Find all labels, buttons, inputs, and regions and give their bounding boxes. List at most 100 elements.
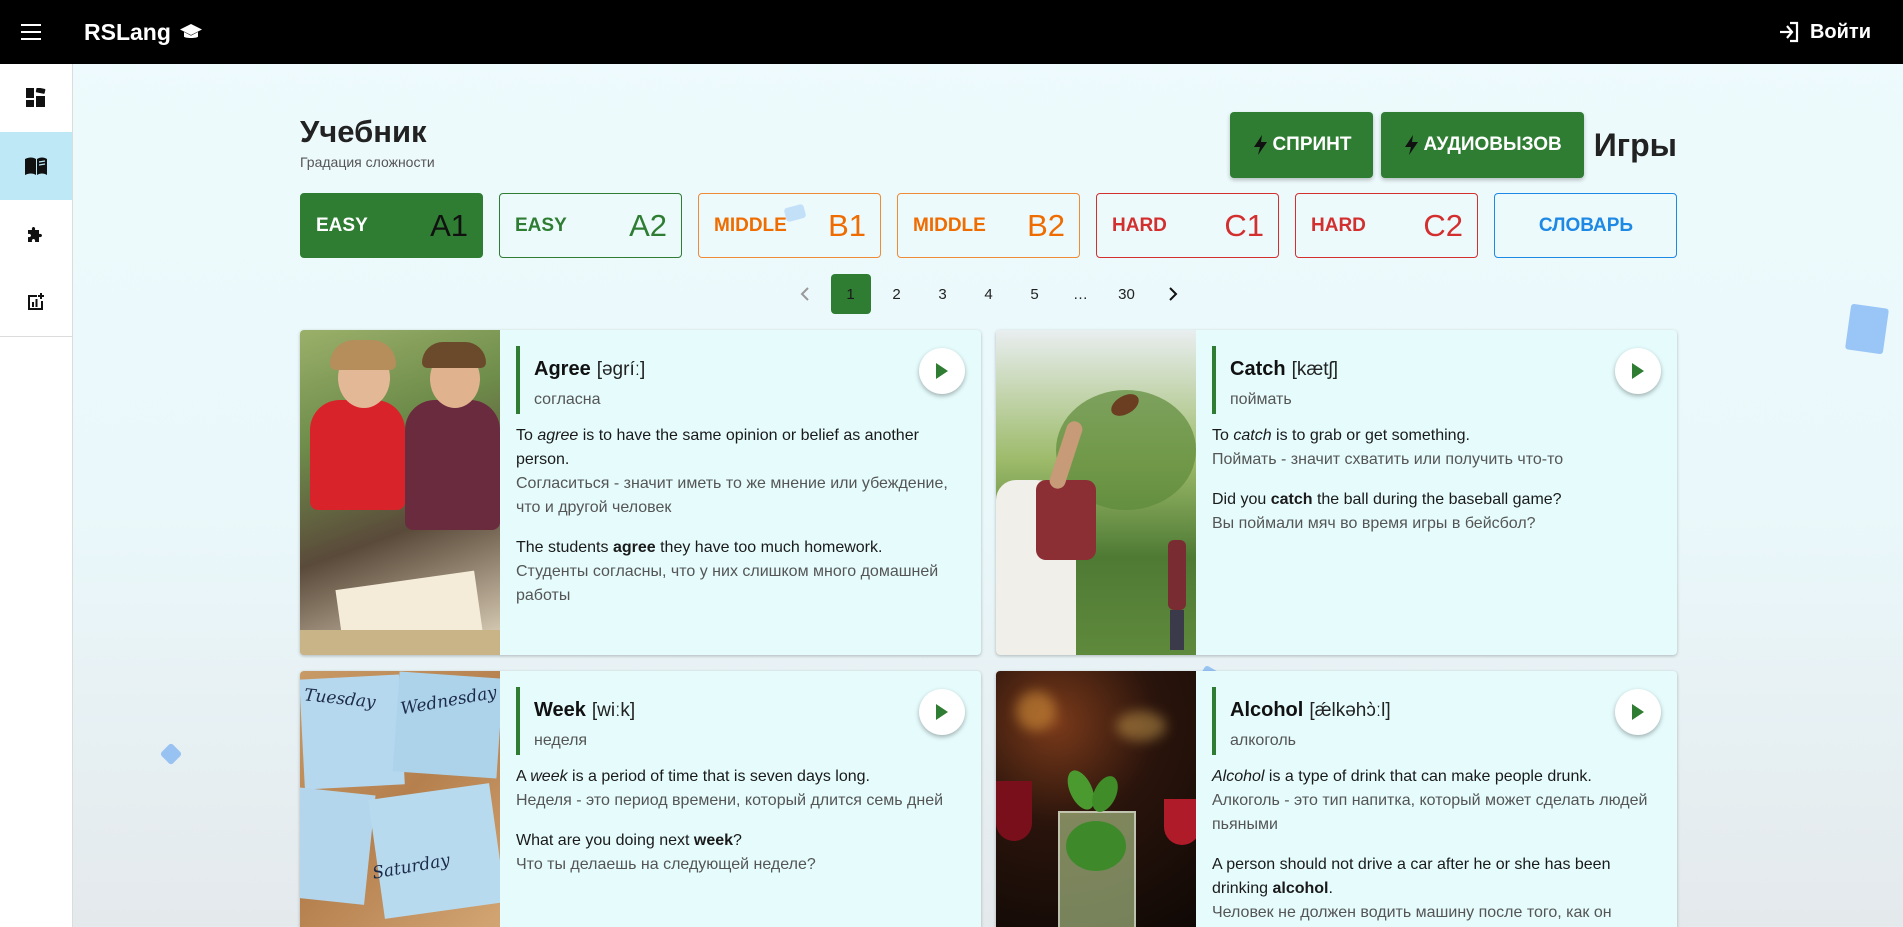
chevron-right-icon bbox=[1168, 287, 1177, 301]
level-code: B1 bbox=[828, 207, 866, 243]
dictionary-button[interactable]: СЛОВАРЬ bbox=[1494, 193, 1677, 258]
word-card: Catch [kætʃ] поймать To catch is to grab … bbox=[996, 330, 1677, 655]
level-b2-button[interactable]: MIDDLE B2 bbox=[897, 193, 1080, 258]
level-name: EASY bbox=[316, 214, 368, 236]
level-name: MIDDLE bbox=[913, 214, 986, 236]
meaning-text: A week is a period of time that is seven… bbox=[516, 765, 965, 789]
meaning-part: is a type of drink that can make people … bbox=[1264, 768, 1592, 785]
page-button[interactable]: 2 bbox=[877, 274, 917, 314]
meaning-part: is to grab or get something. bbox=[1271, 427, 1470, 444]
word-transcription: [ǽlkəhɔ̀ːl] bbox=[1309, 700, 1391, 721]
decorative-square bbox=[1844, 303, 1890, 355]
word-text: Alcohol bbox=[1230, 699, 1304, 721]
puzzle-icon bbox=[28, 227, 42, 242]
level-b1-button[interactable]: MIDDLE B1 bbox=[698, 193, 881, 258]
example-word: alcohol bbox=[1272, 880, 1329, 897]
card-body: Catch [kætʃ] поймать To catch is to grab … bbox=[1196, 330, 1677, 655]
play-audio-button[interactable] bbox=[919, 689, 965, 735]
example-text: A person should not drive a car after he… bbox=[1212, 853, 1661, 901]
level-name: HARD bbox=[1112, 214, 1167, 236]
level-a1-button[interactable]: EASY A1 bbox=[300, 193, 483, 258]
app-bar: RSLang Войти bbox=[0, 0, 1903, 64]
example-text: The students agree they have too much ho… bbox=[516, 536, 965, 560]
word-header: Alcohol [ǽlkəhɔ̀ːl] алкоголь bbox=[1212, 687, 1661, 755]
example-word: week bbox=[693, 832, 734, 849]
sidebar-item-textbook[interactable] bbox=[0, 132, 72, 200]
example-text: What are you doing next week? bbox=[516, 829, 965, 853]
word-header: Agree [əgríː] согласна bbox=[516, 346, 965, 414]
audiocall-game-button[interactable]: АУДИОВЫЗОВ bbox=[1381, 112, 1584, 178]
level-name: HARD bbox=[1311, 214, 1366, 236]
page-ellipsis: … bbox=[1073, 285, 1088, 303]
meaning-translation: Неделя - это период времени, который дли… bbox=[516, 792, 944, 809]
dashboard-icon bbox=[26, 88, 46, 107]
sprint-game-button[interactable]: СПРИНТ bbox=[1230, 112, 1374, 178]
page-button[interactable]: 5 bbox=[1015, 274, 1055, 314]
brand-name: RSLang bbox=[84, 18, 171, 45]
example-translation: Вы поймали мяч во время игры в бейсбол? bbox=[1212, 515, 1536, 532]
play-icon bbox=[1632, 704, 1644, 720]
meaning-word: week bbox=[530, 768, 568, 785]
word-image bbox=[300, 330, 500, 655]
meaning-text: Alcohol is a type of drink that can make… bbox=[1212, 765, 1661, 789]
level-selector: EASY A1 EASY A2 MIDDLE B1 MIDDLE B2 HARD… bbox=[300, 193, 1677, 258]
example-part: they have too much homework. bbox=[655, 539, 883, 556]
sidebar-item-games[interactable] bbox=[0, 200, 72, 268]
page-button[interactable]: 1 bbox=[830, 274, 871, 314]
sidebar-item-statistics[interactable] bbox=[0, 268, 72, 336]
sidebar-item-dashboard[interactable] bbox=[0, 64, 72, 132]
graduation-cap-icon bbox=[179, 24, 202, 38]
example-part: What are you doing next bbox=[516, 832, 694, 849]
meaning-word: catch bbox=[1233, 427, 1272, 444]
word-transcription: [əgríː] bbox=[596, 359, 646, 380]
pagination: 1 2 3 4 5 … 30 bbox=[300, 274, 1677, 314]
example-translation: Студенты согласны, что у них слишком мно… bbox=[516, 563, 939, 604]
page-button[interactable]: 30 bbox=[1107, 274, 1147, 314]
prev-page-button[interactable] bbox=[785, 274, 825, 314]
login-button[interactable]: Войти bbox=[1778, 0, 1871, 64]
example-text: Did you catch the ball during the baseba… bbox=[1212, 488, 1661, 512]
meaning-translation: Алкоголь - это тип напитка, который може… bbox=[1212, 792, 1648, 833]
level-a2-button[interactable]: EASY A2 bbox=[499, 193, 682, 258]
card-body: Week [wiːk] неделя A week is a period of … bbox=[500, 671, 981, 927]
play-audio-button[interactable] bbox=[1615, 689, 1661, 735]
example-word: catch bbox=[1270, 491, 1313, 508]
word-card: Alcohol [ǽlkəhɔ̀ːl] алкоголь Alcohol is a… bbox=[996, 671, 1677, 927]
meaning-word: agree bbox=[537, 427, 579, 444]
word-translation: согласна bbox=[534, 391, 601, 408]
example-part: ? bbox=[733, 832, 742, 849]
level-name: MIDDLE bbox=[714, 214, 787, 236]
level-c1-button[interactable]: HARD C1 bbox=[1096, 193, 1279, 258]
meaning-part: To bbox=[1212, 427, 1234, 444]
play-audio-button[interactable] bbox=[919, 348, 965, 394]
page-button[interactable]: 3 bbox=[923, 274, 963, 314]
example-translation: Что ты делаешь на следующей неделе? bbox=[516, 856, 816, 873]
level-code: A1 bbox=[430, 207, 468, 243]
next-page-button[interactable] bbox=[1153, 274, 1193, 314]
page-subtitle: Градация сложности bbox=[300, 154, 435, 170]
play-icon bbox=[936, 704, 948, 720]
play-audio-button[interactable] bbox=[1615, 348, 1661, 394]
brand[interactable]: RSLang bbox=[84, 19, 203, 46]
chevron-left-icon bbox=[800, 287, 809, 301]
level-code: C1 bbox=[1224, 207, 1264, 243]
page-button[interactable]: 4 bbox=[969, 274, 1009, 314]
meaning-translation: Поймать - значит схватить или получить ч… bbox=[1212, 451, 1564, 468]
word-translation: поймать bbox=[1230, 391, 1292, 408]
word-transcription: [wiːk] bbox=[591, 700, 636, 721]
example-part: The students bbox=[516, 539, 613, 556]
word-text: Catch bbox=[1230, 358, 1286, 380]
lightning-icon bbox=[1254, 135, 1268, 155]
meaning-part: is a period of time that is seven days l… bbox=[567, 768, 870, 785]
menu-icon[interactable] bbox=[0, 0, 64, 64]
lightning-icon bbox=[1405, 135, 1419, 155]
login-label: Войти bbox=[1809, 20, 1871, 43]
example-part: . bbox=[1328, 880, 1333, 897]
meaning-translation: Согласиться - значит иметь то же мнение … bbox=[516, 475, 948, 516]
level-code: B2 bbox=[1027, 207, 1065, 243]
word-transcription: [kætʃ] bbox=[1291, 359, 1339, 380]
word-translation: неделя bbox=[534, 732, 588, 749]
level-code: C2 bbox=[1423, 207, 1463, 243]
level-c2-button[interactable]: HARD C2 bbox=[1295, 193, 1478, 258]
sidebar-divider bbox=[0, 336, 72, 337]
